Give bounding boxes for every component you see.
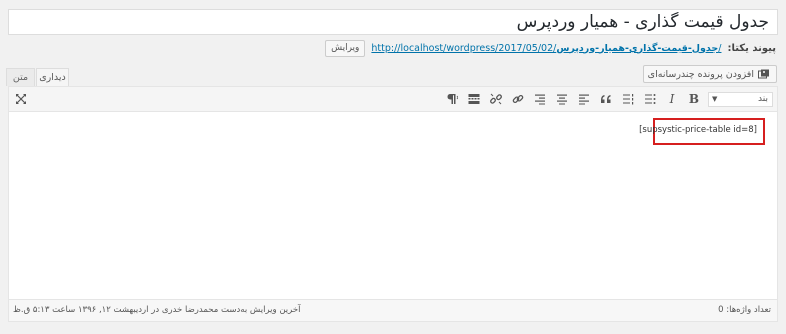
align-left-button[interactable] [576, 91, 592, 107]
title-input[interactable] [9, 10, 777, 34]
tab-text[interactable]: متن [6, 68, 35, 86]
italic-button[interactable]: I [664, 91, 680, 107]
blockquote-button[interactable] [598, 91, 614, 107]
link-icon [512, 94, 524, 104]
permalink-row: پیوند یکتا: http://localhost/wordpress/2… [325, 39, 776, 57]
tab-visual[interactable]: دیداری [36, 68, 69, 86]
permalink-url-slug: جدول-قیمت-گذاری-همیار-وردپرس [556, 42, 719, 54]
last-edit-info: آخرین ویرایش به‌دست محمدرضا خدری در اردی… [13, 305, 301, 315]
align-left-icon [579, 94, 589, 105]
word-count: تعداد واژه‌ها: 0 [718, 305, 771, 315]
editor-content[interactable]: [supsystic-price-table id=8] [9, 112, 777, 290]
toolbar-toggle-button[interactable] [466, 91, 482, 107]
format-select-value: بند [758, 94, 768, 104]
editor-toolbar: بند ▼ B I [9, 87, 777, 112]
chevron-down-icon: ▼ [712, 95, 718, 103]
blockquote-icon [601, 95, 611, 103]
toolbar-toggle-icon [468, 94, 480, 104]
bullet-list-button[interactable] [642, 91, 658, 107]
align-center-icon [557, 94, 567, 105]
media-icon [758, 69, 769, 79]
italic-icon: I [669, 92, 675, 106]
editor: بند ▼ B I [supsystic-price-table id=8] ت… [8, 86, 778, 322]
permalink-link[interactable]: http://localhost/wordpress/2017/05/02/جد… [371, 43, 721, 54]
format-select[interactable]: بند ▼ [708, 92, 773, 107]
bold-icon: B [688, 92, 700, 106]
paragraph-button[interactable] [444, 91, 460, 107]
fullscreen-button[interactable] [13, 91, 29, 107]
numbered-list-button[interactable] [620, 91, 636, 107]
link-button[interactable] [510, 91, 526, 107]
unlink-button[interactable] [488, 91, 504, 107]
align-center-button[interactable] [554, 91, 570, 107]
add-media-button[interactable]: افزودن پرونده چندرسانه‌ای [642, 65, 777, 83]
align-right-icon [535, 94, 545, 105]
permalink-url-base: http://localhost/wordpress/2017/05/02/ [371, 42, 557, 54]
align-right-button[interactable] [532, 91, 548, 107]
shortcode-text: [supsystic-price-table id=8] [639, 125, 757, 135]
permalink-url-end: / [718, 42, 722, 54]
title-field-wrap [8, 9, 778, 35]
numbered-list-icon [623, 94, 634, 105]
editor-status-bar: تعداد واژه‌ها: 0 آخرین ویرایش به‌دست محم… [9, 299, 777, 321]
add-media-label: افزودن پرونده چندرسانه‌ای [647, 68, 754, 80]
fullscreen-icon [16, 94, 26, 104]
bold-button[interactable]: B [686, 91, 702, 107]
unlink-icon [490, 93, 502, 105]
edit-slug-button[interactable]: ویرایش [325, 39, 366, 57]
bullet-list-icon [645, 94, 656, 104]
paragraph-icon [447, 94, 458, 104]
permalink-label: پیوند یکتا: [727, 42, 776, 54]
